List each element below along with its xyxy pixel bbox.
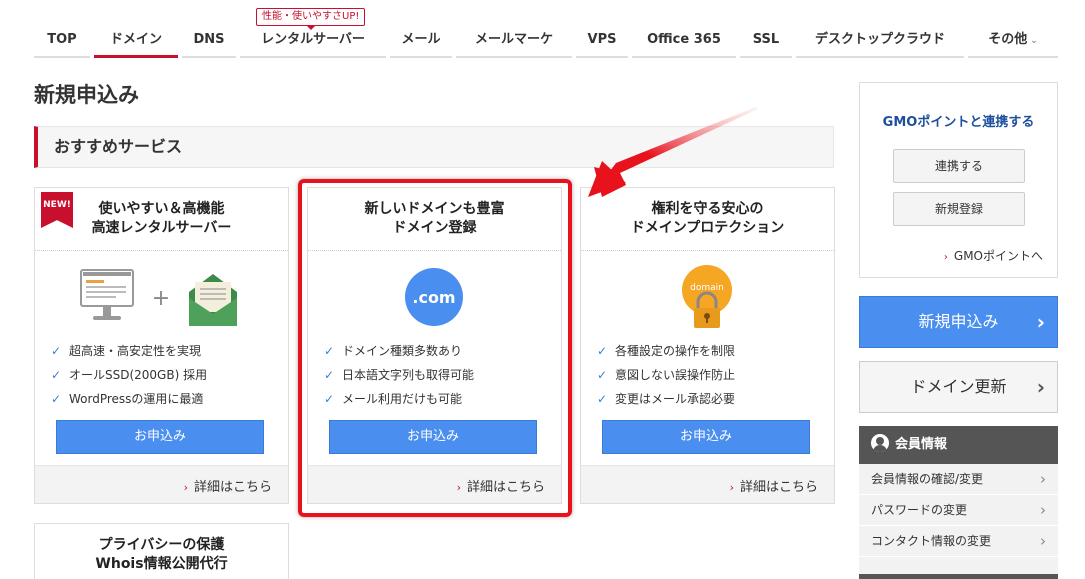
nav-item-top[interactable]: TOP	[34, 30, 90, 58]
card-title: 権利を守る安心の ドメインプロテクション	[630, 201, 785, 236]
nav-badge: 性能・使いやすさUP!	[256, 8, 366, 30]
domain-lock-icon: domain	[581, 264, 834, 330]
check-icon: ✓	[597, 368, 608, 382]
card-title: 使いやすい＆高機能 高速レンタルサーバー	[91, 201, 232, 236]
chevron-right-icon: ›	[943, 252, 948, 263]
check-icon: ✓	[51, 368, 62, 382]
nav-item-mail[interactable]: メール	[390, 30, 452, 58]
member-item-password[interactable]: パスワードの変更 ›	[859, 495, 1058, 526]
detail-link[interactable]: › 詳細はこちら	[184, 476, 272, 495]
chevron-right-icon: ›	[1040, 470, 1046, 488]
feature-item: ✓ 意図しない誤操作防止	[597, 363, 735, 387]
nav-item-rental-server[interactable]: レンタルサーバー	[240, 30, 386, 58]
svg-text:+: +	[152, 286, 170, 311]
domain-renew-button[interactable]: ドメイン更新 ›	[859, 361, 1058, 413]
service-card-whois-privacy: プライバシーの保護 Whois情報公開代行	[34, 523, 289, 579]
gmo-title: GMOポイントと連携する	[882, 115, 1035, 130]
chevron-right-icon: ›	[1036, 375, 1045, 399]
link-account-button[interactable]: 連携する	[893, 149, 1025, 183]
chevron-right-icon: ›	[1040, 501, 1046, 519]
check-icon: ✓	[51, 344, 62, 358]
card-title: プライバシーの保護 Whois情報公開代行	[95, 537, 228, 572]
chevron-right-icon: ›	[183, 481, 188, 494]
feature-item: ✓ 変更はメール承認必要	[597, 387, 735, 411]
check-icon: ✓	[51, 392, 62, 406]
nav-item-ssl[interactable]: SSL	[740, 30, 792, 58]
highlight-box	[298, 179, 572, 517]
service-card-domain-protection: 権利を守る安心の ドメインプロテクション domain ✓ 各種設定の操作を制限 …	[580, 187, 835, 504]
chevron-right-icon: ›	[729, 481, 734, 494]
member-info-header: 会員情報	[859, 426, 1058, 464]
check-icon: ✓	[597, 392, 608, 406]
check-icon: ✓	[597, 344, 608, 358]
register-button[interactable]: 新規登録	[893, 192, 1025, 226]
member-menu: 会員情報の確認/変更 › パスワードの変更 › コンタクト情報の変更 ›	[859, 464, 1058, 579]
feature-item: ✓ 超高速・高安定性を実現	[51, 339, 207, 363]
member-footer-bar	[859, 574, 1058, 579]
new-application-button[interactable]: 新規申込み ›	[859, 296, 1058, 348]
nav-item-domain[interactable]: ドメイン	[94, 30, 178, 58]
server-mail-icon: +	[35, 264, 288, 330]
feature-item: ✓ WordPressの運用に最適	[51, 387, 207, 411]
page-title: 新規申込み	[34, 83, 139, 107]
nav-item-vps[interactable]: VPS	[576, 30, 628, 58]
feature-list: ✓ 超高速・高安定性を実現 ✓ オールSSD(200GB) 採用 ✓ WordPres…	[51, 339, 207, 411]
chevron-right-icon: ›	[1036, 310, 1045, 334]
detail-link[interactable]: › 詳細はこちら	[730, 476, 818, 495]
nav-item-dns[interactable]: DNS	[182, 30, 236, 58]
nav-item-office365[interactable]: Office 365	[632, 30, 736, 58]
gmo-point-box: GMOポイントと連携する 連携する 新規登録 › GMOポイントへ	[859, 82, 1058, 278]
chevron-down-icon: ⌄	[1030, 36, 1038, 46]
chevron-right-icon: ›	[1040, 532, 1046, 550]
user-icon	[871, 433, 889, 452]
member-item-contact[interactable]: コンタクト情報の変更 ›	[859, 526, 1058, 557]
member-item-info[interactable]: 会員情報の確認/変更 ›	[859, 464, 1058, 495]
feature-item: ✓ オールSSD(200GB) 採用	[51, 363, 207, 387]
apply-button[interactable]: お申込み	[56, 420, 264, 454]
top-nav: 性能・使いやすさUP! TOP ドメイン DNS レンタルサーバー メール メー…	[0, 0, 1085, 58]
gmo-point-link[interactable]: › GMOポイントへ	[944, 247, 1043, 264]
apply-button[interactable]: お申込み	[602, 420, 810, 454]
feature-item: ✓ 各種設定の操作を制限	[597, 339, 735, 363]
feature-list: ✓ 各種設定の操作を制限 ✓ 意図しない誤操作防止 ✓ 変更はメール承認必要	[597, 339, 735, 411]
nav-item-other[interactable]: その他 ⌄	[968, 30, 1058, 58]
service-card-rental-server: NEW! 使いやすい＆高機能 高速レンタルサーバー + ✓ 超高速・高安定性を実現…	[34, 187, 289, 504]
nav-item-desktop-cloud[interactable]: デスクトップクラウド	[796, 30, 964, 58]
annotation-arrow	[588, 107, 758, 197]
nav-item-mail-marketing[interactable]: メールマーケ	[456, 30, 572, 58]
